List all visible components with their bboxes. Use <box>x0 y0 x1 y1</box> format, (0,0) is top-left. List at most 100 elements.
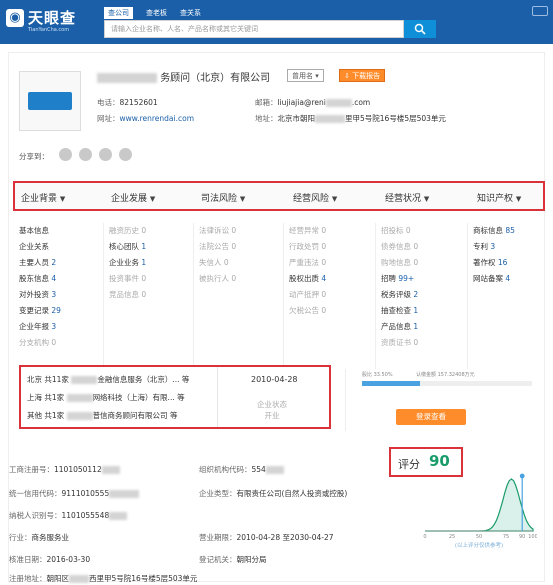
category-column: 招投标 0 债券信息 0 购地信息 0 招聘 99+ 税务评级 2 抽查检查 1 产品信息 … <box>381 223 469 351</box>
category-count: 0 <box>321 290 327 299</box>
category-link[interactable]: 购地信息 0 <box>381 255 469 271</box>
category-count: 1 <box>141 242 147 251</box>
category-link[interactable]: 经营异常 0 <box>289 223 377 239</box>
score-label: 评分 <box>398 458 420 471</box>
download-report-button[interactable]: ⇩ 下载报告 <box>339 69 386 82</box>
tab-search-company[interactable]: 查公司 <box>104 7 133 19</box>
category-link[interactable]: 核心团队 1 <box>109 239 197 255</box>
redacted <box>109 512 128 520</box>
holding-row[interactable]: 北京 共11家 金融信息服务（北京）... 等 <box>27 374 189 385</box>
category-link[interactable]: 企业业务 1 <box>109 255 197 271</box>
category-link[interactable]: 招聘 99+ <box>381 271 469 287</box>
tab-enterprise-background[interactable]: 企业背景 ▼ <box>21 191 65 204</box>
category-link[interactable]: 对外投资 3 <box>19 287 107 303</box>
score-marker-dot <box>519 473 525 479</box>
category-link[interactable]: 资质证书 0 <box>381 335 469 351</box>
category-link[interactable]: 分支机构 0 <box>19 335 107 351</box>
tab-intellectual-property[interactable]: 知识产权 ▼ <box>477 191 521 204</box>
category-label: 基本信息 <box>19 226 49 235</box>
category-link[interactable]: 税务评级 2 <box>381 287 469 303</box>
category-link[interactable]: 主要人员 2 <box>19 255 107 271</box>
category-label: 严重违法 <box>289 258 319 267</box>
category-link[interactable]: 债券信息 0 <box>381 239 469 255</box>
category-link[interactable]: 被执行人 0 <box>199 271 287 287</box>
category-count: 0 <box>231 274 237 283</box>
x-tick-label: 90 <box>519 534 525 540</box>
tab-judicial-risk[interactable]: 司法风险 ▼ <box>201 191 245 204</box>
holding-city: 北京 <box>27 375 42 384</box>
phone-row: 电话：82152601 <box>97 97 158 108</box>
category-label: 税务评级 <box>381 290 411 299</box>
chart-caption: (以上评分仅供参考) <box>455 541 503 549</box>
holding-name: 网络科技（上海）有限... <box>92 393 175 402</box>
qzone-icon[interactable] <box>79 148 92 161</box>
tab-enterprise-development[interactable]: 企业发展 ▼ <box>111 191 155 204</box>
category-link[interactable]: 商标信息 85 <box>473 223 553 239</box>
tab-operational-risk[interactable]: 经营风险 ▼ <box>293 191 337 204</box>
category-link[interactable]: 变更记录 29 <box>19 303 107 319</box>
category-link[interactable]: 专利 3 <box>473 239 553 255</box>
category-link[interactable]: 法院公告 0 <box>199 239 287 255</box>
category-count: 1 <box>413 306 419 315</box>
search-input[interactable]: 请输入企业名称、人名、产品名称或其它关键词 <box>104 20 404 38</box>
category-link[interactable]: 严重违法 0 <box>289 255 377 271</box>
category-column: 基本信息 企业关系 主要人员 2 股东信息 4 对外投资 3 变更记录 29 企业年报 … <box>19 223 107 351</box>
caret-down-icon: ▼ <box>515 195 522 203</box>
category-link[interactable]: 股东信息 4 <box>19 271 107 287</box>
category-link[interactable]: 融资历史 0 <box>109 223 197 239</box>
category-link[interactable]: 著作权 16 <box>473 255 553 271</box>
reg-no-row: 工商注册号：1101050112 <box>9 464 120 475</box>
search-button[interactable] <box>404 20 436 38</box>
category-label: 网站备案 <box>473 274 503 283</box>
category-link[interactable]: 投资事件 0 <box>109 271 197 287</box>
category-link[interactable]: 法律诉讼 0 <box>199 223 287 239</box>
category-count: 0 <box>231 242 237 251</box>
category-link[interactable]: 抽查检查 1 <box>381 303 469 319</box>
used-name-button[interactable]: 曾用名 ▾ <box>287 69 324 82</box>
category-label: 商标信息 <box>473 226 503 235</box>
category-link[interactable]: 网站备案 4 <box>473 271 553 287</box>
category-label: 竞品信息 <box>109 290 139 299</box>
weibo-icon[interactable] <box>99 148 112 161</box>
redacted <box>101 466 120 474</box>
column-divider <box>283 223 284 388</box>
category-link[interactable]: 基本信息 <box>19 223 107 239</box>
category-link[interactable]: 企业关系 <box>19 239 107 255</box>
category-label: 投资事件 <box>109 274 139 283</box>
category-count: 4 <box>51 274 57 283</box>
category-link[interactable]: 竞品信息 0 <box>109 287 197 303</box>
category-count: 85 <box>505 226 515 235</box>
tab-search-relation[interactable]: 查关系 <box>176 7 205 19</box>
x-tick-label: 100 <box>528 534 537 540</box>
category-label: 招聘 <box>381 274 396 283</box>
category-count: 0 <box>321 242 327 251</box>
share-ratio: 股比 33.50% <box>362 372 393 378</box>
category-label: 企业年报 <box>19 322 49 331</box>
category-label: 被执行人 <box>199 274 229 283</box>
download-label: 下载报告 <box>352 72 381 80</box>
category-count: 3 <box>490 242 496 251</box>
category-count: 0 <box>321 258 327 267</box>
category-link[interactable]: 动产抵押 0 <box>289 287 377 303</box>
category-count: 4 <box>505 274 511 283</box>
category-link[interactable]: 失信人 0 <box>199 255 287 271</box>
category-link[interactable]: 行政处罚 0 <box>289 239 377 255</box>
category-label: 动产抵押 <box>289 290 319 299</box>
qq-icon[interactable] <box>59 148 72 161</box>
wechat-icon[interactable] <box>119 148 132 161</box>
category-link[interactable]: 产品信息 1 <box>381 319 469 335</box>
share-bar <box>362 381 532 386</box>
category-link[interactable]: 企业年报 3 <box>19 319 107 335</box>
category-link[interactable]: 欠税公告 0 <box>289 303 377 319</box>
login-view-button[interactable]: 登录查看 <box>396 409 466 425</box>
website-link[interactable]: www.renrendai.com <box>120 114 195 123</box>
category-link[interactable]: 股权出质 4 <box>289 271 377 287</box>
taxpayer-row: 纳税人识别号：1101055548 <box>9 510 128 521</box>
tab-search-boss[interactable]: 查老板 <box>142 7 171 19</box>
tab-operational-status[interactable]: 经营状况 ▼ <box>385 191 429 204</box>
holding-row[interactable]: 其他 共1家 普信商务顾问有限公司 等 <box>27 410 177 421</box>
holding-row[interactable]: 上海 共1家 网络科技（上海）有限... 等 <box>27 392 185 403</box>
category-link[interactable]: 招投标 0 <box>381 223 469 239</box>
logo[interactable]: ◉ 天眼查 TianYanCha.com <box>6 7 84 37</box>
menu-icon[interactable] <box>532 6 548 16</box>
